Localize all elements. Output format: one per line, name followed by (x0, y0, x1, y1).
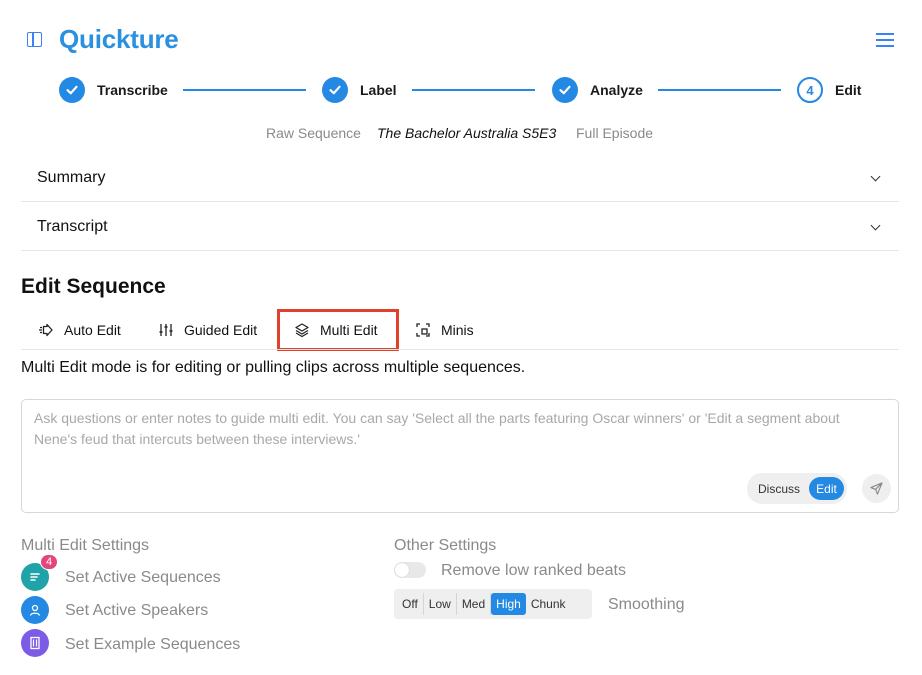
breadcrumb-scope: Full Episode (576, 125, 654, 141)
send-button[interactable] (862, 474, 891, 503)
hamburger-menu-icon[interactable] (876, 33, 894, 47)
step-analyze-label[interactable]: Analyze (590, 82, 643, 98)
smoothing-label: Smoothing (608, 596, 685, 613)
mode-description: Multi Edit mode is for editing or pullin… (21, 359, 526, 376)
set-example-sequences-link[interactable]: Set Example Sequences (65, 636, 240, 654)
step-connector (658, 89, 781, 91)
step-connector (412, 89, 535, 91)
user-icon[interactable] (21, 596, 49, 624)
step-transcribe-label[interactable]: Transcribe (97, 82, 168, 98)
tab-minis-label: Minis (441, 322, 474, 338)
smoothing-option-med[interactable]: Med (457, 593, 492, 615)
step-label-check-icon (322, 77, 348, 103)
step-transcribe-check-icon (59, 77, 85, 103)
arrow-right-icon (39, 323, 53, 337)
mode-edit-option[interactable]: Edit (809, 477, 844, 500)
film-icon[interactable] (21, 629, 49, 657)
transcript-accordion[interactable]: Transcript (21, 202, 899, 251)
step-edit-number: 4 (797, 77, 823, 103)
smoothing-selector: Off Low Med High Chunk (394, 589, 592, 619)
notes-box: Discuss Edit (21, 399, 899, 513)
chevron-down-icon (870, 171, 881, 182)
sliders-icon (159, 324, 173, 336)
remove-low-ranked-label: Remove low ranked beats (441, 562, 626, 579)
smoothing-option-chunk[interactable]: Chunk (526, 593, 571, 615)
active-tab-highlight (277, 309, 399, 351)
toggle-knob (395, 563, 409, 577)
tabs-divider (21, 349, 899, 350)
smoothing-option-off[interactable]: Off (397, 593, 424, 615)
active-sequences-badge: 4 (40, 554, 58, 570)
tab-guided-edit-label: Guided Edit (184, 322, 258, 338)
sidebar-toggle-icon[interactable] (27, 32, 42, 47)
tab-auto-edit[interactable]: Auto Edit (38, 322, 121, 338)
step-edit-label[interactable]: Edit (835, 82, 861, 98)
notes-input[interactable] (34, 408, 884, 468)
smoothing-option-high[interactable]: High (491, 593, 526, 615)
remove-low-ranked-toggle[interactable] (394, 562, 426, 578)
summary-label: Summary (37, 169, 106, 186)
other-settings-title: Other Settings (394, 537, 497, 554)
step-connector (183, 89, 306, 91)
step-analyze-check-icon (552, 77, 578, 103)
app-title: Quickture (59, 24, 179, 54)
set-active-speakers-link[interactable]: Set Active Speakers (65, 602, 208, 620)
breadcrumb-title: The Bachelor Australia S5E3 (377, 125, 557, 141)
edit-sequence-title: Edit Sequence (21, 275, 166, 298)
tab-guided-edit[interactable]: Guided Edit (158, 322, 257, 338)
step-label-label[interactable]: Label (360, 82, 397, 98)
mode-discuss-option[interactable]: Discuss (758, 482, 800, 496)
transcript-label: Transcript (37, 218, 108, 235)
set-active-sequences-link[interactable]: Set Active Sequences (65, 569, 221, 587)
discuss-edit-toggle[interactable]: Discuss Edit (747, 473, 847, 504)
chevron-down-icon (870, 220, 881, 231)
tab-auto-edit-label: Auto Edit (64, 322, 121, 338)
send-icon (870, 482, 883, 495)
smoothing-option-low[interactable]: Low (424, 593, 457, 615)
multi-edit-settings-title: Multi Edit Settings (21, 537, 150, 554)
crop-icon (416, 323, 430, 337)
breadcrumb-type: Raw Sequence (266, 125, 361, 141)
summary-accordion[interactable]: Summary (21, 153, 899, 202)
tab-minis[interactable]: Minis (415, 322, 474, 338)
